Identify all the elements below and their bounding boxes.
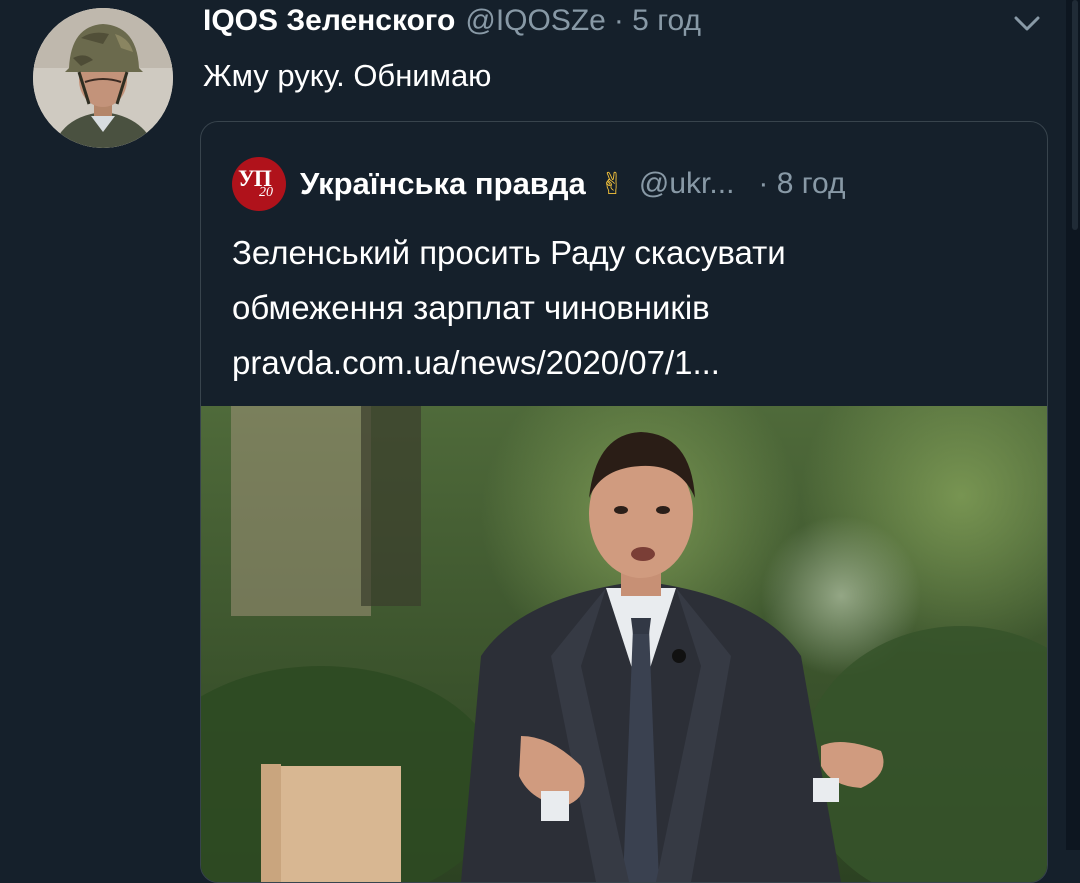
quoted-text-line: обмеження зарплат чиновників bbox=[232, 289, 710, 326]
tweet-text: Жму руку. Обнимаю bbox=[203, 58, 492, 93]
tweet-time[interactable]: · 5 год bbox=[614, 4, 701, 38]
quoted-tweet-card[interactable]: УП 20 Українська правда ✌ @ukr... · 8 го… bbox=[200, 121, 1048, 883]
quoted-link[interactable]: pravda.com.ua/news/2020/07/1... bbox=[232, 335, 1022, 390]
quoted-tweet-header: УП 20 Українська правда ✌ @ukr... · 8 го… bbox=[232, 157, 846, 211]
scrollbar-track[interactable] bbox=[1066, 0, 1080, 850]
scrollbar-thumb[interactable] bbox=[1072, 0, 1078, 230]
quoted-tweet-time[interactable]: · 8 год bbox=[758, 167, 845, 201]
author-avatar[interactable] bbox=[33, 8, 173, 148]
author-name[interactable]: IQOS Зеленского bbox=[203, 4, 455, 38]
user-avatar-icon bbox=[33, 8, 173, 148]
quoted-author-name[interactable]: Українська правда bbox=[300, 166, 586, 202]
logo-subtext: 20 bbox=[259, 185, 273, 200]
quoted-text-line: Зеленський просить Раду скасувати bbox=[232, 234, 786, 271]
victory-hand-icon: ✌ bbox=[599, 167, 625, 201]
quoted-tweet-photo[interactable] bbox=[201, 406, 1047, 882]
author-handle[interactable]: @IQOSZe bbox=[465, 4, 605, 38]
tweet-header: IQOS Зеленского @IQOSZe · 5 год bbox=[203, 4, 701, 48]
publisher-logo-icon[interactable]: УП 20 bbox=[232, 157, 286, 211]
quoted-author-handle[interactable]: @ukr... bbox=[639, 167, 734, 201]
chevron-down-icon[interactable] bbox=[1010, 10, 1044, 38]
photo-image bbox=[201, 406, 1047, 882]
quoted-tweet-text: Зеленський просить Раду скасувати обмеже… bbox=[232, 225, 1022, 390]
